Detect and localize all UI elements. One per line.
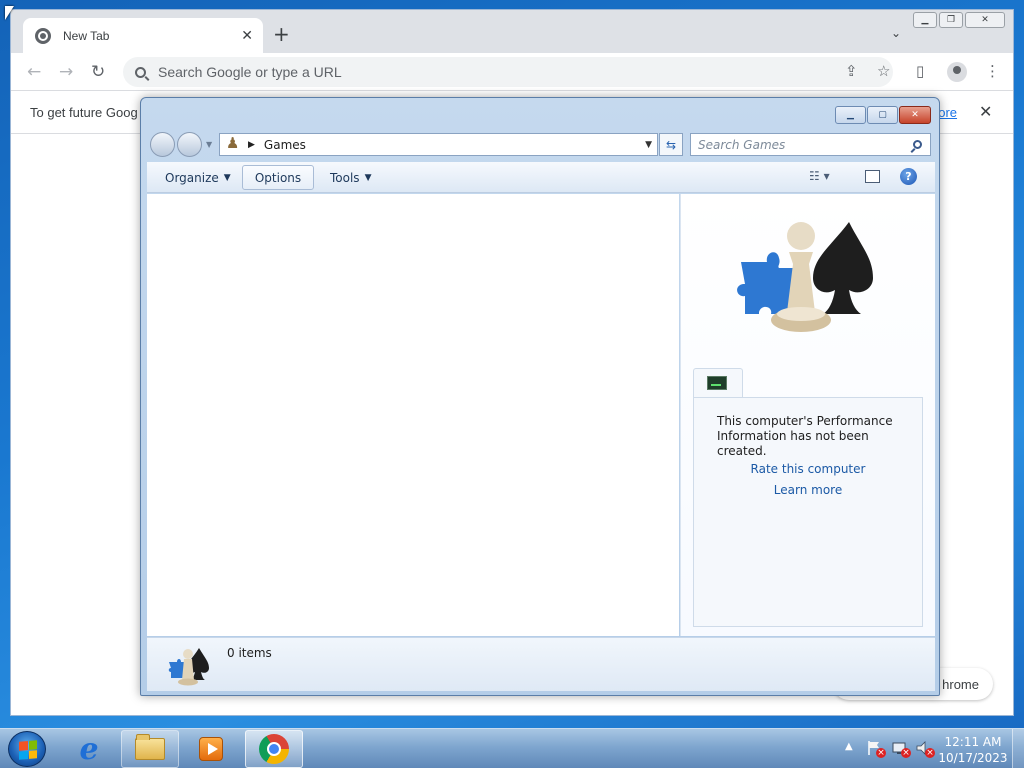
tab-new-tab[interactable]: New Tab ✕ [23, 18, 263, 53]
media-player-icon [199, 737, 223, 761]
refresh-icon[interactable]: ⇆ [659, 133, 683, 156]
help-icon[interactable]: ? [900, 168, 917, 185]
omnibox[interactable]: Search Google or type a URL [123, 57, 893, 87]
forward-icon[interactable]: → [59, 62, 73, 82]
performance-icon [707, 376, 727, 390]
action-center-flag-icon[interactable]: × [866, 740, 886, 758]
ie-icon: e [79, 731, 99, 767]
recent-pages-chevron-icon[interactable]: ▼ [206, 140, 212, 149]
options-label: Options [254, 170, 302, 185]
taskbar-chrome[interactable] [245, 730, 303, 768]
new-tab-button[interactable]: + [273, 24, 290, 44]
folder-icon [135, 734, 165, 760]
chevron-down-icon: ▼ [364, 172, 372, 183]
taskbar-internet-explorer[interactable]: e [60, 730, 118, 768]
games-minimize-button[interactable]: ▁ [835, 106, 866, 124]
taskbar: e ▲ × × × 12:11 AM 10/17/2023 [0, 728, 1024, 768]
show-hidden-icons-icon[interactable]: ▲ [845, 741, 853, 752]
performance-tab[interactable] [693, 368, 743, 398]
reload-icon[interactable]: ↻ [91, 62, 105, 82]
organize-button[interactable]: Organize ▼ [157, 165, 239, 190]
customize-chrome-label: hrome [942, 676, 979, 692]
games-nav-buttons: ▼ [150, 132, 212, 157]
clock[interactable]: 12:11 AM 10/17/2023 [936, 734, 1010, 766]
games-explorer-icon [737, 222, 873, 332]
taskbar-windows-explorer[interactable] [121, 730, 179, 768]
search-icon[interactable] [913, 140, 922, 149]
windows-logo-icon [19, 740, 37, 760]
rate-computer-link[interactable]: Rate this computer [694, 462, 922, 476]
restore-button[interactable]: ❐ [939, 12, 963, 28]
tab-search-chevron-icon[interactable]: ⌄ [891, 26, 901, 40]
games-window-controls: ▁ ▢ ✕ [835, 106, 931, 124]
search-input[interactable]: Search Games [690, 133, 931, 156]
chrome-tab-strip: New Tab ✕ + ⌄ ▁ ❐ ✕ [11, 10, 1013, 53]
tools-label: Tools [330, 170, 360, 185]
more-icon[interactable]: ⋮ [985, 63, 1000, 79]
tab-close-icon[interactable]: ✕ [241, 28, 253, 44]
mouse-cursor-icon [5, 6, 14, 20]
back-button[interactable] [150, 132, 175, 157]
games-icon [224, 134, 240, 153]
performance-panel: This computer's Performance Information … [693, 397, 923, 627]
tab-title: New Tab [63, 28, 110, 43]
games-maximize-button[interactable]: ▢ [867, 106, 898, 124]
address-text: Games [263, 137, 306, 152]
games-preview-pane: This computer's Performance Information … [680, 194, 935, 636]
close-button[interactable]: ✕ [965, 12, 1005, 28]
volume-icon[interactable]: × [915, 740, 935, 758]
learn-more-link[interactable]: Learn more [694, 483, 922, 497]
sidepanel-icon[interactable]: ▯ [916, 63, 924, 79]
search-icon [135, 66, 146, 78]
star-icon[interactable]: ☆ [877, 63, 890, 79]
omnibox-placeholder: Search Google or type a URL [158, 64, 342, 80]
clock-date: 10/17/2023 [938, 751, 1008, 765]
back-icon[interactable]: ← [27, 62, 41, 82]
games-icon [168, 648, 209, 686]
games-list-area[interactable] [147, 194, 679, 636]
performance-message: This computer's Performance Information … [717, 414, 893, 458]
taskbar-media-player[interactable] [182, 730, 240, 768]
forward-button[interactable] [177, 132, 202, 157]
details-pane: 0 items [147, 637, 935, 691]
item-count: 0 items [227, 646, 272, 660]
breadcrumb-arrow-icon[interactable]: ▶ [248, 140, 255, 150]
chrome-icon [259, 734, 289, 764]
clock-time: 12:11 AM [944, 735, 1002, 749]
chrome-window-controls: ▁ ❐ ✕ [913, 12, 1005, 28]
chrome-favicon-icon [35, 27, 51, 44]
games-close-button[interactable]: ✕ [899, 106, 931, 124]
views-icon[interactable]: ☷ ▾ [809, 169, 830, 183]
minimize-button[interactable]: ▁ [913, 12, 937, 28]
tools-button[interactable]: Tools ▼ [322, 165, 379, 190]
search-placeholder: Search Games [698, 137, 786, 152]
chevron-down-icon: ▼ [223, 172, 231, 183]
start-button[interactable] [8, 731, 46, 767]
games-window: ▁ ▢ ✕ ▼ ▶ Games ▼ ⇆ Search Games Organiz… [140, 97, 940, 696]
organize-label: Organize [165, 170, 219, 185]
infobar-close-icon[interactable]: ✕ [979, 102, 992, 121]
options-button[interactable]: Options [242, 165, 314, 190]
network-icon[interactable]: × [891, 740, 911, 758]
address-dropdown-icon[interactable]: ▼ [645, 140, 652, 150]
preview-pane-icon[interactable] [865, 170, 880, 183]
command-bar: Organize ▼ Options Tools ▼ ☷ ▾ ? [147, 162, 935, 193]
chrome-toolbar: ← → ↻ Search Google or type a URL ⇪ ☆ ▯ … [11, 53, 1013, 91]
show-desktop-button[interactable] [1012, 729, 1024, 768]
address-bar[interactable]: ▶ Games ▼ [219, 133, 658, 156]
infobar-text: To get future Goog [30, 105, 138, 120]
profile-icon[interactable] [947, 62, 967, 82]
share-icon[interactable]: ⇪ [845, 63, 858, 79]
